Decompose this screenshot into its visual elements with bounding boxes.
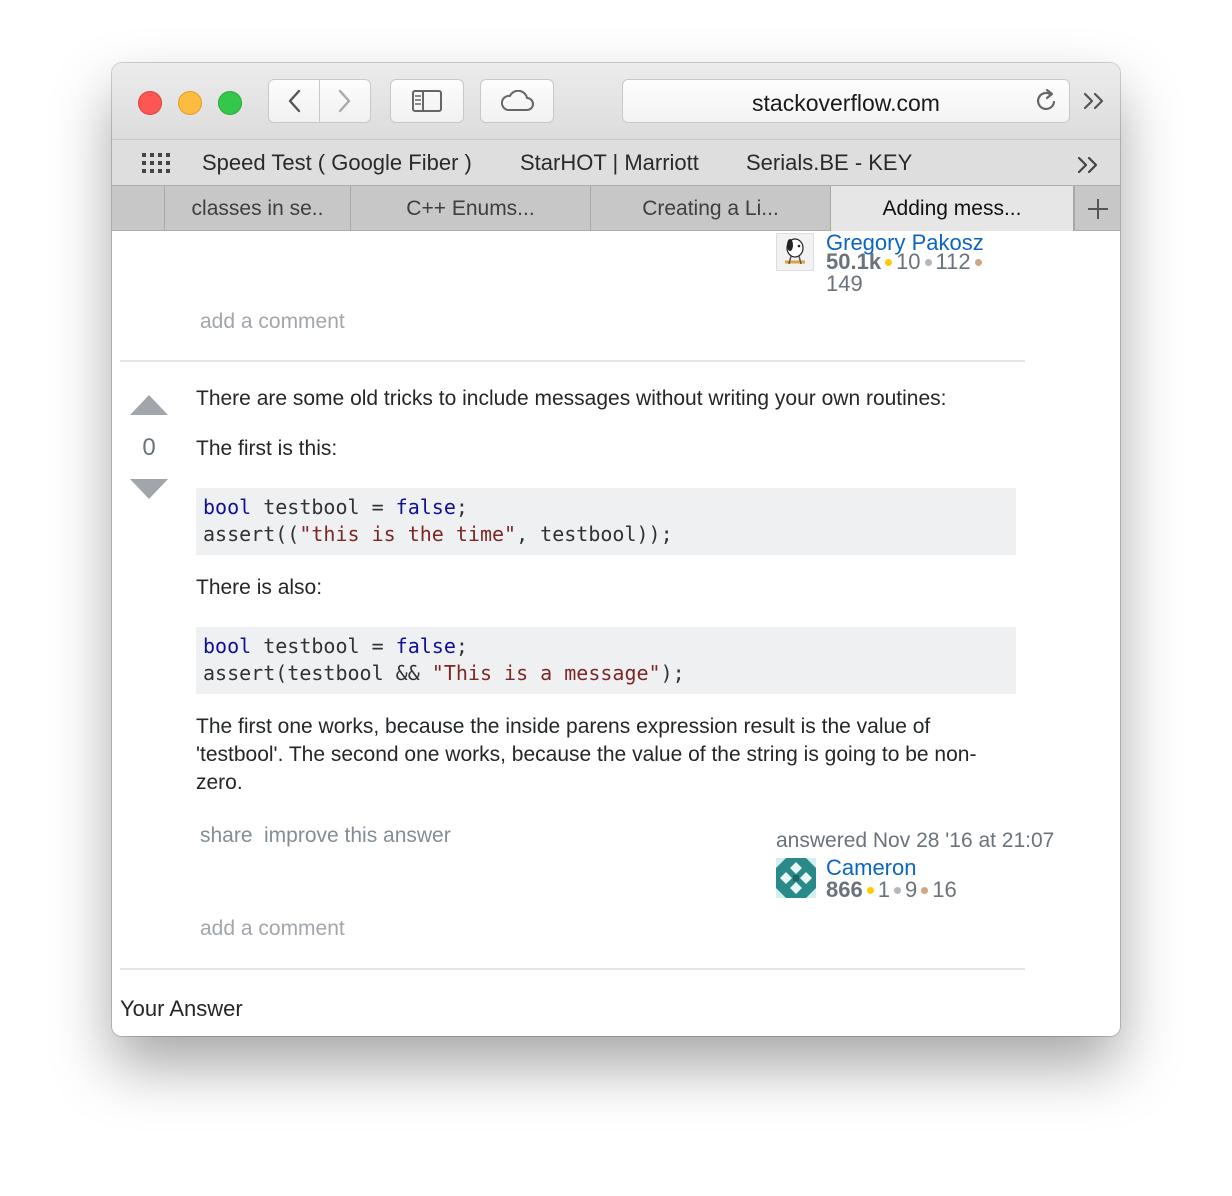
snoopy-avatar-icon	[785, 238, 805, 265]
tab-creating-list[interactable]: Creating a Li...	[591, 186, 831, 231]
gold-badge-count: 10	[896, 249, 921, 274]
answer-explanation: The first one works, because the inside …	[196, 715, 977, 794]
close-window-button[interactable]	[138, 91, 162, 115]
code-text: testbool =	[251, 495, 396, 519]
code-text: assert(testbool &&	[203, 661, 432, 685]
new-tab-button[interactable]	[1074, 186, 1120, 231]
browser-window: stackoverflow.com Speed Test ( Google Fi…	[112, 63, 1120, 1036]
your-answer-heading: Your Answer	[120, 996, 243, 1021]
icloud-tabs-button[interactable]	[480, 79, 554, 123]
bronze-badge-icon	[974, 258, 982, 266]
gold-badge-icon	[885, 258, 893, 266]
improve-answer-link[interactable]: improve this answer	[264, 824, 451, 848]
bookmarks-overflow-icon[interactable]	[1076, 155, 1102, 175]
zoom-window-button[interactable]	[218, 91, 242, 115]
grid-icon[interactable]	[142, 153, 172, 173]
silver-badge-icon	[924, 258, 932, 266]
avatar[interactable]	[776, 233, 814, 271]
chevron-left-icon	[288, 89, 301, 113]
back-button[interactable]	[268, 79, 320, 123]
add-comment-link[interactable]: add a comment	[200, 310, 345, 334]
code-text: , testbool));	[516, 522, 673, 546]
tab-adding-messages[interactable]: Adding mess...	[831, 186, 1074, 231]
code-keyword: bool	[203, 495, 252, 519]
tab-cpp-enums[interactable]: C++ Enums...	[351, 186, 591, 231]
code-keyword: false	[395, 634, 456, 658]
bookmark-serials[interactable]: Serials.BE - KEY	[746, 150, 912, 176]
address-text: stackoverflow.com	[752, 90, 940, 116]
bronze-badge-count: 16	[932, 877, 957, 902]
vote-up-icon[interactable]	[130, 395, 168, 415]
silver-badge-icon	[893, 886, 901, 894]
reputation-score: 866	[826, 877, 863, 902]
divider	[120, 360, 1025, 362]
code-string: "this is the time"	[299, 522, 517, 546]
user-reputation: 50.1k 10 112 149	[826, 251, 1016, 295]
avatar[interactable]	[776, 858, 816, 898]
add-comment-link[interactable]: add a comment	[200, 917, 345, 941]
share-link[interactable]: share	[200, 824, 253, 848]
code-string: "This is a message"	[431, 661, 661, 685]
divider	[120, 968, 1025, 970]
forward-button[interactable]	[319, 79, 371, 123]
toolbar-overflow-icon[interactable]	[1082, 91, 1108, 111]
identicon-avatar-icon	[776, 858, 816, 898]
plus-icon	[1087, 198, 1108, 219]
code-text: );	[660, 661, 685, 685]
browser-toolbar: stackoverflow.com	[112, 63, 1120, 139]
answer-first-label: The first is this:	[196, 437, 338, 460]
code-block-2: bool testbool = false; assert(testbool &…	[196, 627, 1016, 694]
bronze-badge-count: 149	[826, 271, 863, 296]
tab-classes[interactable]: classes in se..	[165, 186, 351, 231]
bookmark-starhot[interactable]: StarHOT | Marriott	[520, 150, 699, 176]
reload-icon[interactable]	[1033, 88, 1059, 114]
answered-timestamp: answered Nov 28 '16 at 21:07	[776, 829, 1055, 852]
vote-count: 0	[142, 434, 156, 461]
tab-bar: classes in se.. C++ Enums... Creating a …	[112, 185, 1120, 231]
silver-badge-count: 112	[935, 249, 971, 274]
code-keyword: false	[395, 495, 456, 519]
chevron-right-icon	[338, 89, 351, 113]
gold-badge-icon	[866, 886, 874, 894]
sidebar-icon	[412, 90, 442, 112]
answer-also-label: There is also:	[196, 576, 323, 599]
gold-badge-count: 1	[877, 877, 890, 902]
code-text: assert((	[203, 522, 300, 546]
cloud-icon	[500, 90, 534, 111]
code-keyword: bool	[203, 634, 252, 658]
address-bar[interactable]: stackoverflow.com	[622, 79, 1070, 123]
page-content: Gregory Pakosz 50.1k 10 112 149 add a comm…	[112, 231, 1120, 1036]
user-reputation: 866 1 9 16	[826, 877, 957, 903]
bookmarks-bar: Speed Test ( Google Fiber ) StarHOT | Ma…	[112, 139, 1120, 185]
bronze-badge-icon	[921, 886, 929, 894]
code-text: ;	[455, 495, 468, 519]
code-text: testbool =	[251, 634, 396, 658]
answer-intro: There are some old tricks to include mes…	[196, 387, 947, 410]
code-text: ;	[455, 634, 468, 658]
sidebar-toggle-button[interactable]	[390, 79, 464, 123]
minimize-window-button[interactable]	[178, 91, 202, 115]
vote-down-icon[interactable]	[130, 479, 168, 499]
code-block-1: bool testbool = false; assert(("this is …	[196, 488, 1016, 555]
silver-badge-count: 9	[904, 877, 918, 902]
tab-pinned-spacer	[112, 186, 165, 231]
bookmark-speed-test[interactable]: Speed Test ( Google Fiber )	[202, 150, 472, 176]
